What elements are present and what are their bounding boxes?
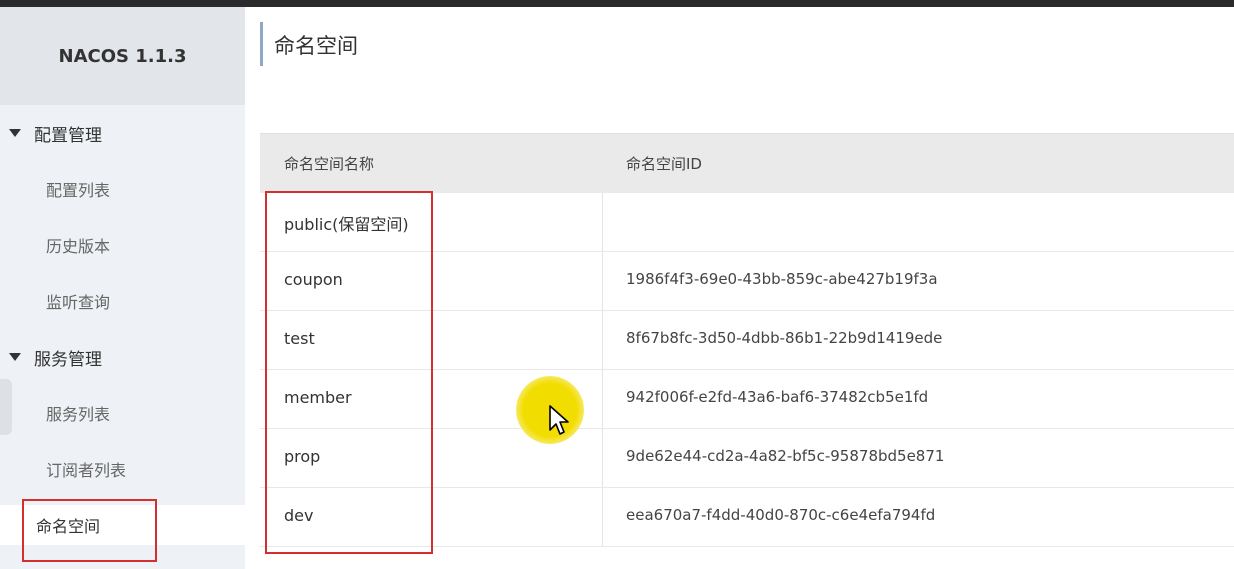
caret-down-icon xyxy=(9,353,21,361)
column-divider xyxy=(602,193,603,251)
sidebar-item-config-list[interactable]: 配置列表 xyxy=(0,169,245,209)
namespace-id: eea670a7-f4dd-40d0-870c-c6e4efa794fd xyxy=(626,506,936,524)
nav-group-label: 配置管理 xyxy=(34,125,102,146)
sidebar-item-history[interactable]: 历史版本 xyxy=(0,225,245,265)
highlight-box-namespace-menu xyxy=(22,499,157,562)
title-accent-bar xyxy=(260,22,263,66)
page-title: 命名空间 xyxy=(274,34,358,58)
sidebar-item-label: 服务列表 xyxy=(46,405,111,424)
sidebar-item-subscribers[interactable]: 订阅者列表 xyxy=(0,449,245,489)
table-header: 命名空间名称 命名空间ID xyxy=(260,133,1234,193)
column-divider xyxy=(602,370,603,428)
sidebar-item-label: 订阅者列表 xyxy=(46,461,127,480)
column-divider xyxy=(602,488,603,546)
column-header-name: 命名空间名称 xyxy=(284,155,375,173)
window-top-bar xyxy=(0,0,1234,7)
brand-logo: NACOS 1.1.3 xyxy=(0,7,245,105)
namespace-id: 9de62e44-cd2a-4a82-bf5c-95878bd5e871 xyxy=(626,447,945,465)
mouse-pointer-icon xyxy=(549,405,569,435)
nav-group-service[interactable]: 服务管理 xyxy=(0,337,245,377)
nav-group-label: 服务管理 xyxy=(34,349,102,370)
caret-down-icon xyxy=(9,129,21,137)
column-divider xyxy=(602,252,603,310)
sidebar-item-service-list[interactable]: 服务列表 xyxy=(0,393,245,433)
sidebar-item-listener-query[interactable]: 监听查询 xyxy=(0,281,245,321)
namespace-id: 942f006f-e2fd-43a6-baf6-37482cb5e1fd xyxy=(626,388,929,406)
sidebar-item-label: 监听查询 xyxy=(46,293,111,312)
column-divider xyxy=(602,311,603,369)
brand-title: NACOS 1.1.3 xyxy=(58,45,187,67)
column-divider xyxy=(602,429,603,487)
namespace-id: 8f67b8fc-3d50-4dbb-86b1-22b9d1419ede xyxy=(626,329,943,347)
nav-group-config[interactable]: 配置管理 xyxy=(0,113,245,153)
column-header-id: 命名空间ID xyxy=(626,155,702,173)
sidebar: NACOS 1.1.3 配置管理 配置列表 历史版本 监听查询 服务管理 服务列… xyxy=(0,7,245,569)
namespace-id: 1986f4f3-69e0-43bb-859c-abe427b19f3a xyxy=(626,270,938,288)
sidebar-item-label: 历史版本 xyxy=(46,237,111,256)
highlight-box-names xyxy=(265,191,433,554)
sidebar-item-label: 配置列表 xyxy=(46,181,111,200)
